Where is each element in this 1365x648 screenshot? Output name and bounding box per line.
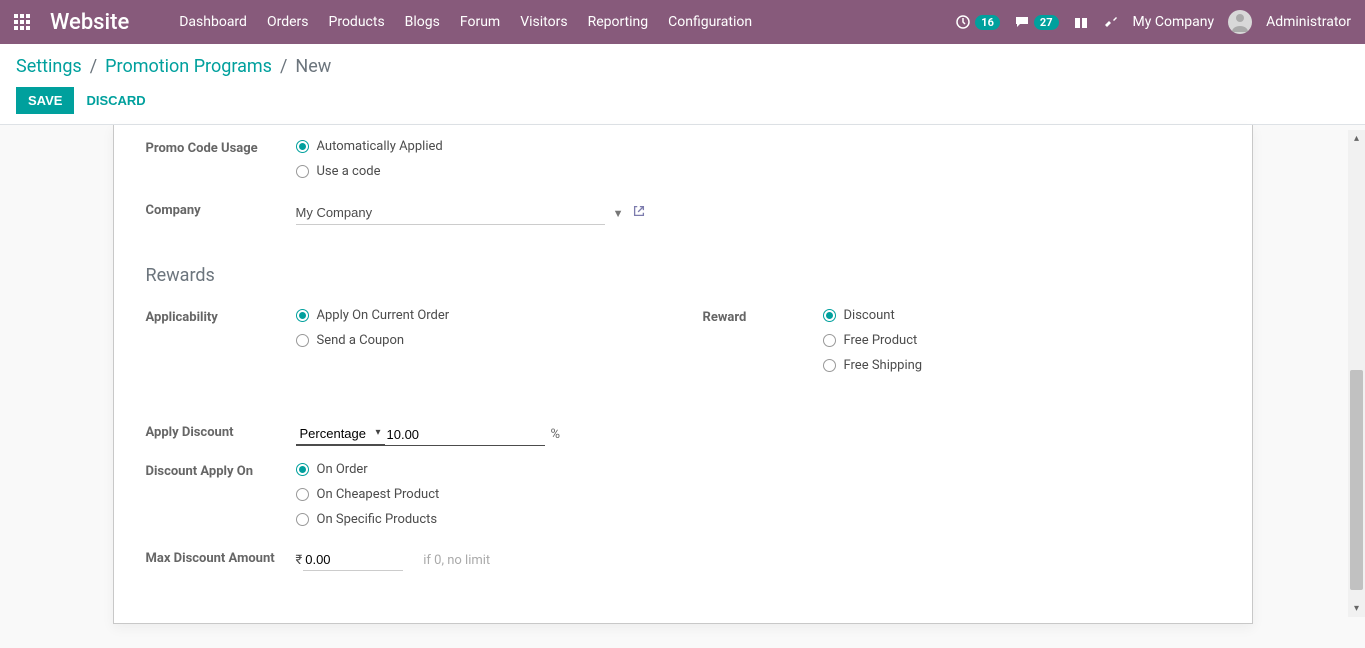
gift-icon[interactable] [1073, 14, 1089, 30]
radio-icon [296, 140, 309, 153]
radio-icon [823, 359, 836, 372]
radio-label: Discount [844, 308, 895, 323]
nav-blogs[interactable]: Blogs [405, 14, 440, 30]
radio-label: On Order [317, 462, 368, 477]
radio-use-code[interactable]: Use a code [296, 164, 1220, 179]
label-max-discount: Max Discount Amount [146, 547, 296, 571]
action-buttons: SAVE DISCARD [16, 87, 1349, 114]
topbar: Website Dashboard Orders Products Blogs … [0, 0, 1365, 44]
radio-on-cheapest[interactable]: On Cheapest Product [296, 487, 1220, 502]
radio-icon [823, 309, 836, 322]
conversations-icon[interactable]: 27 [1014, 14, 1059, 30]
radio-icon [296, 463, 309, 476]
discount-apply-on-group: On Order On Cheapest Product On Specific… [296, 462, 1220, 527]
reward-group: Discount Free Product Free Shipping [823, 308, 1220, 373]
avatar[interactable] [1228, 10, 1252, 34]
radio-auto-applied[interactable]: Automatically Applied [296, 139, 1220, 154]
label-promo-code-usage: Promo Code Usage [146, 137, 296, 179]
nav-reporting[interactable]: Reporting [588, 14, 649, 30]
radio-label: Free Shipping [844, 358, 923, 373]
breadcrumb-current: New [295, 56, 331, 77]
label-discount-apply-on: Discount Apply On [146, 460, 296, 527]
applicability-group: Apply On Current Order Send a Coupon [296, 308, 663, 348]
radio-label: Send a Coupon [317, 333, 405, 348]
radio-icon [296, 488, 309, 501]
chevron-down-icon[interactable]: ▼ [613, 207, 624, 220]
radio-icon [296, 165, 309, 178]
breadcrumb-sep: / [280, 56, 287, 77]
discount-type-select[interactable]: Percentage [296, 423, 385, 445]
nav-dashboard[interactable]: Dashboard [179, 14, 247, 30]
apps-icon[interactable] [14, 14, 30, 30]
breadcrumb-settings[interactable]: Settings [16, 56, 82, 77]
radio-send-coupon[interactable]: Send a Coupon [296, 333, 663, 348]
breadcrumb: Settings / Promotion Programs / New [16, 56, 1349, 77]
form-sheet: Promo Code Usage Automatically Applied U… [113, 125, 1253, 624]
user-name[interactable]: Administrator [1266, 14, 1351, 30]
timer-badge: 16 [975, 15, 1000, 30]
tools-icon[interactable] [1103, 14, 1119, 30]
radio-discount[interactable]: Discount [823, 308, 1220, 323]
brand-title[interactable]: Website [50, 10, 129, 35]
radio-label: On Specific Products [317, 512, 438, 527]
nav-visitors[interactable]: Visitors [520, 14, 567, 30]
external-link-icon[interactable] [632, 204, 646, 222]
label-company: Company [146, 199, 296, 225]
breadcrumb-sep: / [90, 56, 97, 77]
label-applicability: Applicability [146, 306, 296, 348]
radio-on-order[interactable]: On Order [296, 462, 1220, 477]
radio-icon [296, 513, 309, 526]
timer-icon[interactable]: 16 [955, 14, 1000, 30]
percent-symbol: % [551, 427, 561, 442]
breadcrumb-promotion-programs[interactable]: Promotion Programs [105, 56, 272, 77]
label-apply-discount: Apply Discount [146, 421, 296, 446]
max-discount-input[interactable] [303, 549, 403, 571]
scroll-thumb[interactable] [1350, 370, 1363, 590]
discount-value-input[interactable] [385, 424, 545, 446]
nav-configuration[interactable]: Configuration [668, 14, 752, 30]
scroll-up-icon[interactable]: ▴ [1348, 130, 1365, 147]
radio-free-product[interactable]: Free Product [823, 333, 1220, 348]
radio-icon [296, 334, 309, 347]
discard-button[interactable]: DISCARD [86, 93, 145, 108]
nav-orders[interactable]: Orders [267, 14, 309, 30]
conversations-badge: 27 [1034, 15, 1059, 30]
radio-on-specific[interactable]: On Specific Products [296, 512, 1220, 527]
company-switcher[interactable]: My Company [1133, 14, 1215, 30]
company-field[interactable] [296, 201, 605, 225]
radio-label: Use a code [317, 164, 381, 179]
currency-symbol: ₹ [296, 553, 303, 568]
radio-label: Free Product [844, 333, 918, 348]
main-nav: Dashboard Orders Products Blogs Forum Vi… [179, 14, 752, 30]
rewards-section-title: Rewards [146, 265, 1220, 286]
radio-apply-current-order[interactable]: Apply On Current Order [296, 308, 663, 323]
nav-products[interactable]: Products [329, 14, 385, 30]
save-button[interactable]: SAVE [16, 87, 74, 114]
control-panel: Settings / Promotion Programs / New SAVE… [0, 44, 1365, 125]
radio-label: Apply On Current Order [317, 308, 450, 323]
scrollbar[interactable]: ▴ ▾ [1348, 130, 1365, 617]
systray: 16 27 My Company Administrator [955, 10, 1351, 34]
radio-label: Automatically Applied [317, 139, 443, 154]
label-reward: Reward [703, 306, 823, 373]
radio-icon [296, 309, 309, 322]
max-discount-hint: if 0, no limit [423, 553, 490, 568]
radio-icon [823, 334, 836, 347]
nav-forum[interactable]: Forum [460, 14, 500, 30]
scroll-down-icon[interactable]: ▾ [1348, 600, 1365, 617]
radio-label: On Cheapest Product [317, 487, 440, 502]
promo-code-usage-group: Automatically Applied Use a code [296, 139, 1220, 179]
radio-free-shipping[interactable]: Free Shipping [823, 358, 1220, 373]
